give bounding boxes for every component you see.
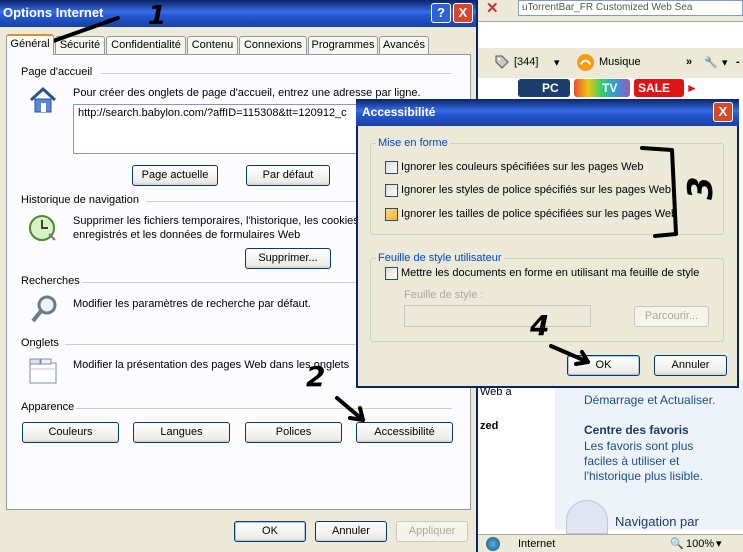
stylesheet-path-input[interactable] [404, 305, 591, 327]
appearance-group-label: Apparence [21, 401, 75, 413]
tile-sale[interactable]: SALE [634, 79, 684, 97]
browser-search-bar: ✕ uTorrentBar_FR Customized Web Sea [478, 0, 743, 22]
tab-connections[interactable]: Connexions [239, 36, 307, 54]
ignore-font-sizes-label[interactable]: Ignorer les tailles de police spécifiées… [401, 208, 677, 220]
browser-search-input[interactable]: uTorrentBar_FR Customized Web Sea [518, 0, 743, 16]
tile-tv-label: TV [602, 81, 618, 95]
history-group-label: Historique de navigation [21, 194, 140, 206]
languages-button[interactable]: Langues [133, 422, 230, 443]
status-zone: Internet [518, 538, 556, 550]
tile-pc-label: PC [542, 81, 559, 95]
dialog-titlebar[interactable]: Options Internet ? X [0, 0, 476, 27]
history-clock-icon [29, 215, 56, 241]
tab-content[interactable]: Contenu [187, 36, 238, 54]
pane-line2: Les favoris sont plus [584, 439, 694, 453]
colors-button[interactable]: Couleurs [22, 422, 119, 443]
overflow-icon[interactable]: - [736, 56, 740, 68]
tab-programs[interactable]: Programmes [308, 36, 378, 54]
overflow-icon[interactable]: » [686, 56, 692, 68]
ok-button[interactable]: OK [234, 521, 306, 542]
cancel-button[interactable]: Annuler [654, 355, 727, 376]
accessibility-title: Accessibilité [362, 105, 436, 119]
navigation-icon [566, 500, 608, 534]
format-legend: Mise en forme [376, 137, 450, 149]
ignore-font-sizes-checkbox[interactable] [385, 208, 398, 221]
chevron-down-icon[interactable]: ▾ [722, 56, 728, 69]
ignore-font-styles-label[interactable]: Ignorer les styles de police spécifiés s… [401, 184, 671, 196]
use-stylesheet-label[interactable]: Mettre les documents en forme en utilisa… [401, 267, 699, 279]
tile-sale-label: SALE [638, 81, 671, 95]
home-description: Pour créer des onglets de page d'accueil… [73, 87, 421, 99]
tabs-description: Modifier la présentation des pages Web d… [73, 359, 350, 371]
tabs-group-label: Onglets [21, 337, 59, 349]
status-bar: Internet 🔍 100% ▾ [478, 534, 743, 552]
fonts-button[interactable]: Polices [245, 422, 342, 443]
tab-privacy[interactable]: Confidentialité [106, 36, 186, 54]
browser-toolbar: [344] ▾ Musique » 🔧 ▾ - [478, 48, 743, 78]
delete-history-button[interactable]: Supprimer... [245, 248, 331, 269]
home-icon [29, 86, 57, 113]
tab-advanced[interactable]: Avancés [379, 36, 429, 54]
tile-pc[interactable]: PC [518, 79, 570, 97]
help-button[interactable]: ? [431, 3, 451, 23]
ok-button[interactable]: OK [567, 355, 640, 376]
music-icon[interactable] [576, 53, 595, 72]
pane-line1: Démarrage et Actualiser. [584, 393, 716, 407]
tile-tv[interactable]: TV [574, 79, 630, 97]
ignore-colors-label[interactable]: Ignorer les couleurs spécifiées sur les … [401, 161, 644, 173]
history-description-2: enregistrés et les données de formulaire… [73, 229, 301, 241]
globe-icon [486, 537, 500, 551]
apply-button[interactable]: Appliquer [396, 521, 468, 542]
count-badge[interactable]: [344] [514, 56, 538, 68]
chevron-down-icon[interactable]: ▾ [716, 537, 722, 550]
pane-line3: faciles à utiliser et [584, 454, 680, 468]
tag-icon[interactable] [494, 54, 510, 70]
wrench-icon[interactable]: 🔧 [704, 56, 718, 69]
stylesheet-path-label: Feuille de style : [404, 289, 484, 301]
close-button[interactable]: X [453, 3, 473, 23]
accessibility-button[interactable]: Accessibilité [356, 422, 453, 443]
pane-heading: Centre des favoris [584, 423, 689, 437]
close-button[interactable]: X [713, 102, 733, 122]
cancel-button[interactable]: Annuler [315, 521, 387, 542]
zoom-icon[interactable]: 🔍 [670, 537, 684, 550]
dialog-title: Options Internet [3, 5, 104, 20]
tab-general[interactable]: Général [6, 34, 54, 55]
ignore-font-styles-checkbox[interactable] [385, 184, 398, 197]
accessibility-titlebar[interactable]: Accessibilité X [356, 99, 739, 126]
tile-sale-arrow-icon: ► [686, 81, 698, 95]
search-group-label: Recherches [21, 275, 80, 287]
zed-text: zed [480, 420, 499, 432]
pane-nav: Navigation par [615, 514, 699, 529]
divider [76, 408, 452, 409]
history-description-1: Supprimer les fichiers temporaires, l'hi… [73, 215, 362, 227]
ignore-colors-checkbox[interactable] [385, 161, 398, 174]
use-current-button[interactable]: Page actuelle [132, 165, 218, 186]
browse-button[interactable]: Parcourir... [634, 306, 709, 327]
use-default-button[interactable]: Par défaut [246, 165, 330, 186]
home-group-label: Page d'accueil [21, 66, 93, 78]
status-zoom[interactable]: 100% [686, 538, 714, 550]
tab-security[interactable]: Sécurité [55, 36, 105, 54]
tabs-icon [29, 358, 57, 384]
search-description: Modifier les paramètres de recherche par… [73, 298, 311, 310]
divider [100, 73, 452, 74]
music-label[interactable]: Musique [599, 56, 641, 68]
stop-icon[interactable]: ✕ [486, 1, 502, 17]
chevron-down-icon[interactable]: ▾ [554, 56, 560, 69]
use-stylesheet-checkbox[interactable] [385, 267, 398, 280]
search-icon [31, 295, 57, 323]
stylesheet-legend: Feuille de style utilisateur [376, 252, 504, 264]
pane-line4: l'historique plus lisible. [584, 469, 704, 483]
accessibility-dialog: Accessibilité X Mise en forme Ignorer le… [356, 99, 739, 388]
